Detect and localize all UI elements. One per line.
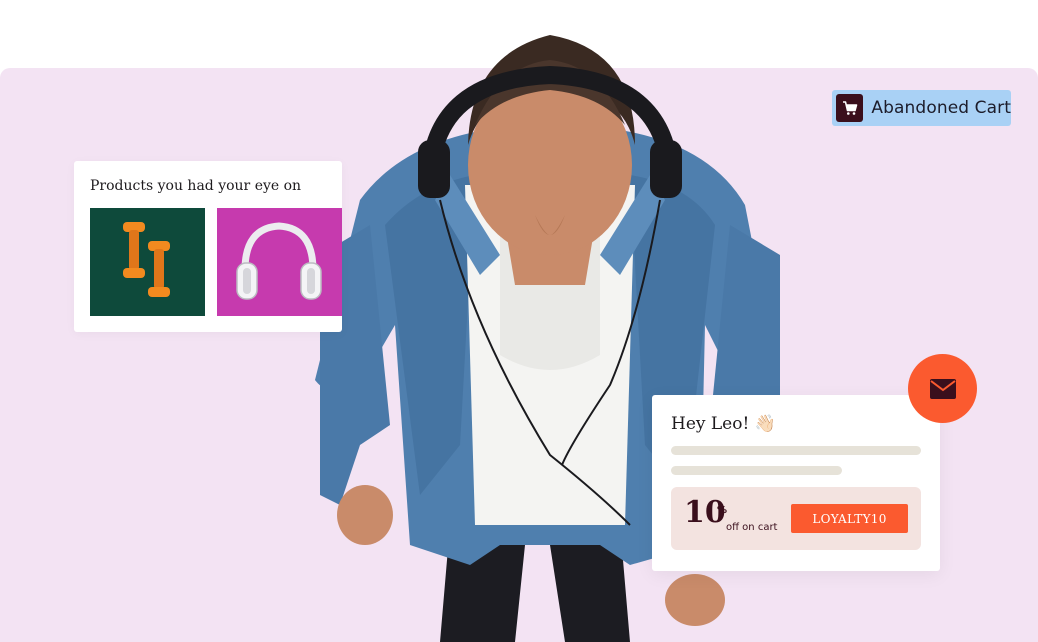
email-badge bbox=[908, 354, 977, 423]
discount-percent-sign: % bbox=[717, 505, 728, 516]
discount-subtitle: off on cart bbox=[726, 522, 778, 533]
email-preview-card: Hey Leo! 👋🏻 10 % off on cart LOYALTY10 bbox=[652, 395, 940, 571]
envelope-icon bbox=[929, 378, 956, 399]
dumbbells-icon bbox=[123, 222, 170, 297]
text-placeholder-line bbox=[671, 446, 921, 455]
products-card: Products you had your eye on bbox=[74, 161, 342, 332]
shopping-cart-icon bbox=[836, 94, 864, 122]
product-tile-dumbbells[interactable] bbox=[90, 208, 205, 316]
abandoned-cart-label: Abandoned Cart bbox=[871, 98, 1011, 118]
discount-offer-box: 10 % off on cart LOYALTY10 bbox=[671, 487, 921, 550]
email-greeting: Hey Leo! 👋🏻 bbox=[671, 414, 776, 434]
hero-stage: Abandoned Cart Products you had your eye… bbox=[0, 0, 1038, 642]
headphones-icon bbox=[236, 222, 322, 300]
abandoned-cart-tag: Abandoned Cart bbox=[832, 90, 1011, 126]
products-card-title: Products you had your eye on bbox=[90, 178, 302, 194]
text-placeholder-line bbox=[671, 466, 842, 475]
coupon-code-button[interactable]: LOYALTY10 bbox=[791, 504, 908, 533]
product-tile-headphones[interactable] bbox=[217, 208, 342, 316]
